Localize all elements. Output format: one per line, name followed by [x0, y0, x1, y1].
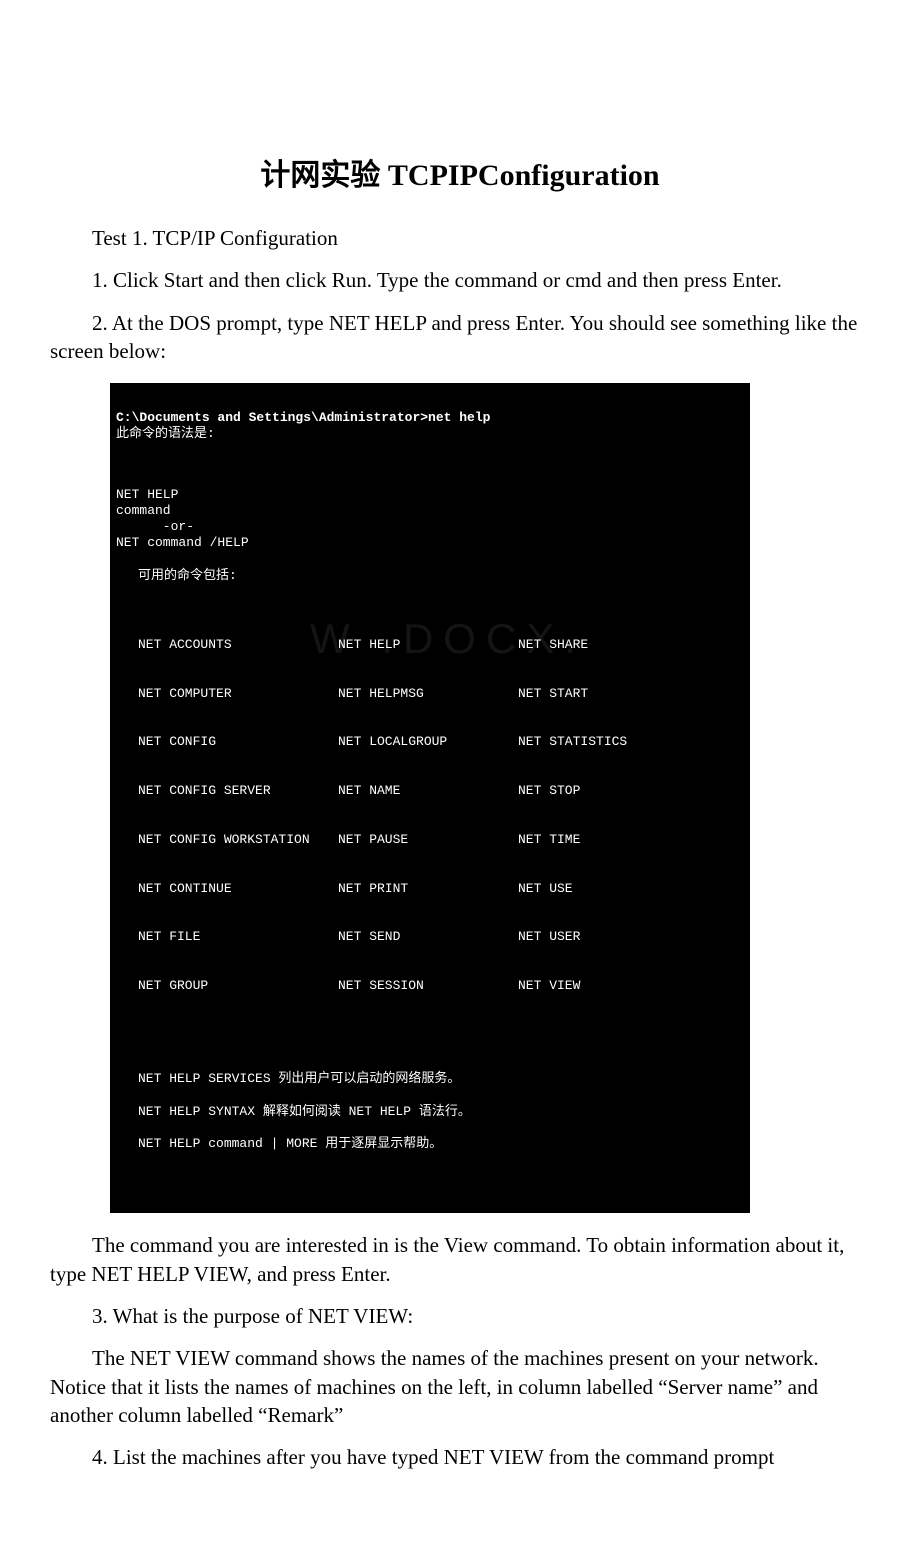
cmd: NET SHARE	[518, 637, 668, 653]
cmd: NET CONTINUE	[138, 881, 338, 897]
terminal-footer-2: NET HELP SYNTAX 解释如何阅读 NET HELP 语法行。	[116, 1104, 744, 1120]
paragraph-step4: 4. List the machines after you have type…	[50, 1443, 870, 1471]
cmd: NET SESSION	[338, 978, 518, 994]
terminal-usage-3: -or-	[116, 519, 194, 534]
cmd: NET START	[518, 686, 668, 702]
terminal-prompt-line: C:\Documents and Settings\Administrator>…	[116, 410, 490, 425]
paragraph-view-cmd-note: The command you are interested in is the…	[50, 1231, 870, 1288]
cmd: NET CONFIG WORKSTATION	[138, 832, 338, 848]
terminal-footer-3: NET HELP command | MORE 用于逐屏显示帮助。	[116, 1136, 744, 1152]
cmd: NET PRINT	[338, 881, 518, 897]
cmd: NET GROUP	[138, 978, 338, 994]
paragraph-test-heading: Test 1. TCP/IP Configuration	[50, 224, 870, 252]
cmd: NET PAUSE	[338, 832, 518, 848]
terminal-usage-1: NET HELP	[116, 487, 178, 502]
cmd: NET STATISTICS	[518, 734, 668, 750]
cmd: NET HELP	[338, 637, 518, 653]
cmd: NET TIME	[518, 832, 668, 848]
document-title: 计网实验 TCPIPConfiguration	[50, 150, 870, 194]
terminal-screenshot: C:\Documents and Settings\Administrator>…	[110, 383, 750, 1213]
terminal-footer-1: NET HELP SERVICES 列出用户可以启动的网络服务。	[116, 1071, 744, 1087]
cmd: NET USE	[518, 881, 668, 897]
paragraph-step3: 3. What is the purpose of NET VIEW:	[50, 1302, 870, 1330]
cmd: NET LOCALGROUP	[338, 734, 518, 750]
cmd: NET STOP	[518, 783, 668, 799]
cmd: NET NAME	[338, 783, 518, 799]
terminal-usage-4: NET command /HELP	[116, 535, 249, 550]
terminal-col1: NET ACCOUNTS NET COMPUTER NET CONFIG NET…	[138, 604, 338, 1027]
paragraph-step2: 2. At the DOS prompt, type NET HELP and …	[50, 309, 870, 366]
cmd: NET VIEW	[518, 978, 668, 994]
cmd: NET HELPMSG	[338, 686, 518, 702]
terminal-col3: NET SHARE NET START NET STATISTICS NET S…	[518, 604, 668, 1027]
cmd: NET USER	[518, 929, 668, 945]
cmd: NET COMPUTER	[138, 686, 338, 702]
cmd: NET ACCOUNTS	[138, 637, 338, 653]
paragraph-step1: 1. Click Start and then click Run. Type …	[50, 266, 870, 294]
cmd: NET CONFIG	[138, 734, 338, 750]
terminal-content: C:\Documents and Settings\Administrator>…	[110, 383, 750, 1213]
paragraph-netview-desc: The NET VIEW command shows the names of …	[50, 1344, 870, 1429]
terminal-usage-2: command	[116, 503, 171, 518]
cmd: NET SEND	[338, 929, 518, 945]
cmd: NET FILE	[138, 929, 338, 945]
terminal-syntax-label: 此命令的语法是:	[116, 426, 215, 441]
terminal-col2: NET HELP NET HELPMSG NET LOCALGROUP NET …	[338, 604, 518, 1027]
cmd: NET CONFIG SERVER	[138, 783, 338, 799]
terminal-command-columns: NET ACCOUNTS NET COMPUTER NET CONFIG NET…	[116, 604, 744, 1027]
document-page: 计网实验 TCPIPConfiguration Test 1. TCP/IP C…	[0, 150, 920, 1546]
terminal-available-label: 可用的命令包括:	[116, 568, 744, 584]
